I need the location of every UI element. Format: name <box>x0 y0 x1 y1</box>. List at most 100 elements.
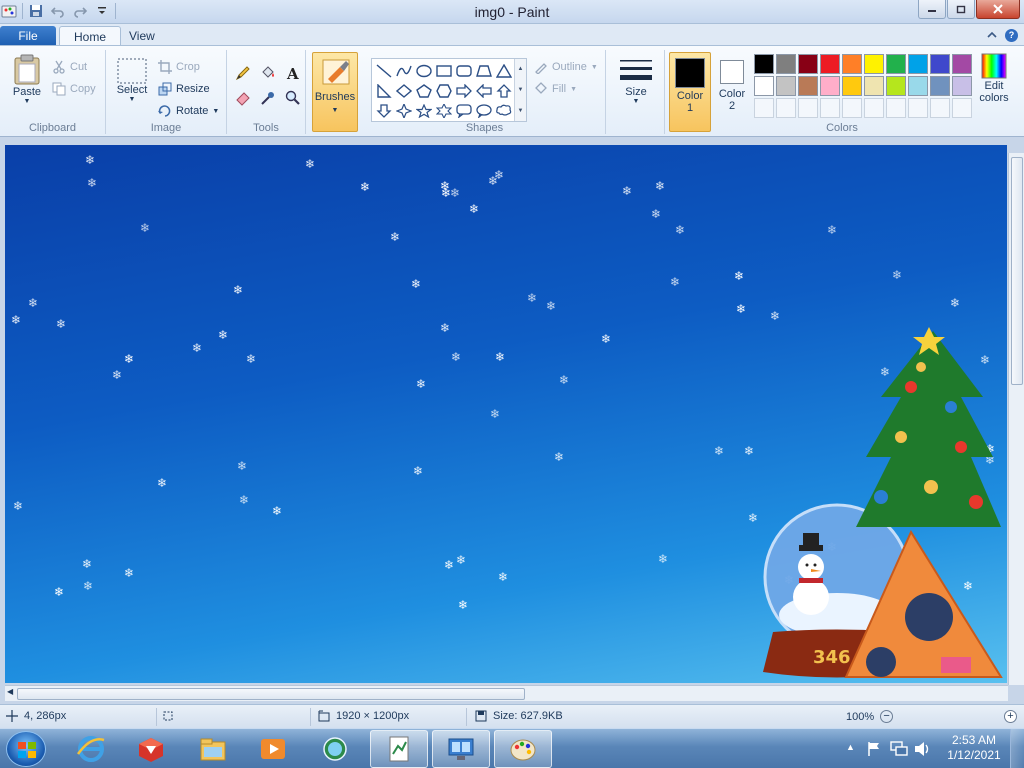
palette-empty-swatch[interactable] <box>798 98 818 118</box>
horizontal-scrollbar[interactable]: ◀ <box>5 685 1008 701</box>
shapes-scroll[interactable]: ▲ ▼ ▼ <box>514 59 526 121</box>
palette-swatch[interactable] <box>798 76 818 96</box>
outline-button[interactable]: Outline ▼ <box>534 58 598 76</box>
close-button[interactable] <box>976 0 1020 19</box>
file-explorer-taskbar-icon[interactable] <box>184 730 242 768</box>
magnifier-tool[interactable] <box>282 87 304 109</box>
polygon-shape-icon[interactable] <box>474 61 494 81</box>
media-player-taskbar-icon[interactable] <box>244 730 302 768</box>
pencil-tool[interactable] <box>232 62 254 84</box>
five-point-star-shape-icon[interactable] <box>414 101 434 121</box>
volume-icon[interactable] <box>914 741 932 757</box>
scroll-down-icon[interactable]: ▼ <box>518 87 524 93</box>
app-red-cube-taskbar-icon[interactable] <box>122 730 180 768</box>
palette-swatch[interactable] <box>776 76 796 96</box>
scroll-up-icon[interactable]: ▲ <box>518 66 524 72</box>
remote-app-taskbar-icon[interactable] <box>432 730 490 768</box>
four-point-star-shape-icon[interactable] <box>394 101 414 121</box>
palette-swatch[interactable] <box>820 54 840 74</box>
cloud-callout-shape-icon[interactable] <box>494 101 514 121</box>
action-center-flag-icon[interactable] <box>866 741 882 757</box>
brushes-button[interactable]: Brushes ▼ <box>312 52 358 132</box>
palette-swatch[interactable] <box>776 54 796 74</box>
paint-app-taskbar-icon[interactable] <box>494 730 552 768</box>
oval-callout-shape-icon[interactable] <box>474 101 494 121</box>
palette-empty-swatch[interactable] <box>842 98 862 118</box>
vertical-scrollbar[interactable] <box>1008 153 1024 685</box>
pentagon-shape-icon[interactable] <box>414 81 434 101</box>
color-picker-tool[interactable] <box>257 87 279 109</box>
tab-view[interactable]: View <box>115 26 169 46</box>
drawing-canvas[interactable]: ❄ ❄ ❄ ❄ ❄ ❄ ❄ ❄ ❄ ❄ ❄ ❄ ❄ ❄ ❄ ❄ ❄ ❄ ❄ ❄ ❄ ❄ ❄ ❄ ❄ ❄ ❄ ❄ ❄ ❄ ❄ ❄ ❄ ❄ ❄ ❄ ❄ ❄ ❄ ❄… <box>5 145 1007 683</box>
taskbar-clock[interactable]: 2:53 AM 1/12/2021 <box>943 733 1005 763</box>
minimize-ribbon-icon[interactable] <box>987 29 997 41</box>
minimize-button[interactable] <box>918 0 946 19</box>
network-icon[interactable] <box>890 740 908 758</box>
color1-button[interactable]: Color 1 <box>669 52 711 132</box>
internet-explorer-taskbar-icon[interactable] <box>62 730 120 768</box>
select-button[interactable]: Select ▼ <box>112 58 152 103</box>
palette-swatch[interactable] <box>864 76 884 96</box>
help-icon[interactable]: ? <box>1005 29 1018 42</box>
palette-empty-swatch[interactable] <box>908 98 928 118</box>
palette-empty-swatch[interactable] <box>820 98 840 118</box>
palette-swatch[interactable] <box>842 54 862 74</box>
tab-file[interactable]: File <box>0 26 56 46</box>
cut-button[interactable]: Cut <box>52 58 87 76</box>
horizontal-scroll-thumb[interactable] <box>17 688 525 700</box>
triangle-shape-icon[interactable] <box>494 61 514 81</box>
palette-swatch[interactable] <box>908 54 928 74</box>
diamond-shape-icon[interactable] <box>394 81 414 101</box>
palette-empty-swatch[interactable] <box>886 98 906 118</box>
palette-empty-swatch[interactable] <box>952 98 972 118</box>
paste-dropdown-icon[interactable]: ▼ <box>24 98 31 105</box>
tab-home[interactable]: Home <box>59 26 122 46</box>
rounded-callout-shape-icon[interactable] <box>454 101 474 121</box>
palette-swatch[interactable] <box>754 76 774 96</box>
oval-shape-icon[interactable] <box>414 61 434 81</box>
eraser-tool[interactable] <box>232 87 254 109</box>
palette-swatch[interactable] <box>952 76 972 96</box>
copy-button[interactable]: Copy <box>52 80 96 98</box>
zoom-in-button[interactable]: + <box>1004 710 1017 723</box>
scroll-left-icon[interactable]: ◀ <box>7 687 13 696</box>
crop-button[interactable]: Crop <box>158 58 200 76</box>
palette-swatch[interactable] <box>754 54 774 74</box>
resize-button[interactable]: Resize <box>158 80 210 98</box>
size-button[interactable]: Size ▼ <box>616 56 656 105</box>
palette-empty-swatch[interactable] <box>864 98 884 118</box>
zoom-out-button[interactable]: − <box>880 710 894 723</box>
rectangle-shape-icon[interactable] <box>434 61 454 81</box>
palette-swatch[interactable] <box>930 76 950 96</box>
right-arrow-shape-icon[interactable] <box>454 81 474 101</box>
rotate-button[interactable]: Rotate ▼ <box>158 102 219 120</box>
palette-empty-swatch[interactable] <box>754 98 774 118</box>
paste-button[interactable]: Paste ▼ <box>8 54 46 105</box>
vertical-scroll-thumb[interactable] <box>1011 157 1023 385</box>
show-hidden-icons-icon[interactable]: ▲ <box>846 742 855 752</box>
up-arrow-shape-icon[interactable] <box>494 81 514 101</box>
palette-swatch[interactable] <box>798 54 818 74</box>
hexagon-shape-icon[interactable] <box>434 81 454 101</box>
fill-button[interactable]: Fill ▼ <box>534 80 577 98</box>
palette-swatch[interactable] <box>886 76 906 96</box>
palette-swatch[interactable] <box>930 54 950 74</box>
palette-swatch[interactable] <box>864 54 884 74</box>
down-arrow-shape-icon[interactable] <box>374 101 394 121</box>
six-point-star-shape-icon[interactable] <box>434 101 454 121</box>
text-tool[interactable]: A <box>282 62 304 84</box>
palette-swatch[interactable] <box>886 54 906 74</box>
fill-tool[interactable] <box>257 62 279 84</box>
notepad-app-taskbar-icon[interactable] <box>370 730 428 768</box>
palette-swatch[interactable] <box>952 54 972 74</box>
palette-swatch[interactable] <box>908 76 928 96</box>
palette-swatch[interactable] <box>842 76 862 96</box>
left-arrow-shape-icon[interactable] <box>474 81 494 101</box>
rounded-rectangle-shape-icon[interactable] <box>454 61 474 81</box>
edit-colors-button[interactable]: Edit colors <box>974 52 1014 104</box>
rotate-dropdown-icon[interactable]: ▼ <box>212 108 219 115</box>
right-triangle-shape-icon[interactable] <box>374 81 394 101</box>
palette-empty-swatch[interactable] <box>930 98 950 118</box>
expand-gallery-icon[interactable]: ▼ <box>518 108 524 114</box>
color2-button[interactable]: Color 2 <box>714 52 750 132</box>
